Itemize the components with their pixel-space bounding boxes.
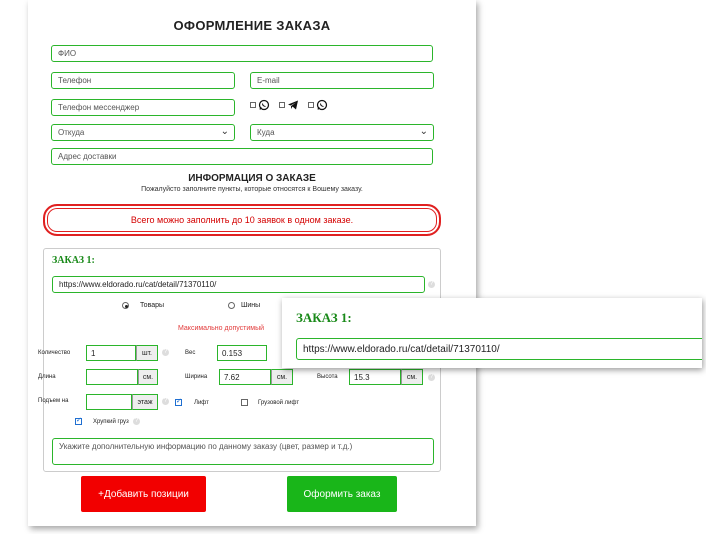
length-unit: см. — [138, 369, 158, 385]
telegram-icon — [288, 100, 298, 110]
help-icon[interactable]: ? — [133, 418, 140, 425]
order-title: ЗАКАЗ 1: — [52, 255, 95, 266]
messenger-checkbox-1[interactable] — [250, 102, 256, 108]
submit-order-button[interactable]: Оформить заказ — [287, 476, 397, 512]
order-limit-alert: Всего можно заполнить до 10 заявок в одн… — [43, 204, 441, 236]
fio-input[interactable]: ФИО — [51, 45, 433, 62]
fragile-label: Хрупкий груз — [93, 419, 129, 425]
zoomed-order-callout: ЗАКАЗ 1: https://www.eldorado.ru/cat/det… — [282, 298, 702, 368]
page-title: ОФОРМЛЕНИЕ ЗАКАЗА — [173, 18, 331, 33]
height-label: Высота — [317, 374, 338, 380]
messenger-checkbox-3[interactable] — [308, 102, 314, 108]
messenger-option-1[interactable] — [250, 99, 270, 111]
order-form-window: ОФОРМЛЕНИЕ ЗАКАЗА ФИО Телефон E-mail Тел… — [28, 0, 476, 526]
order-limit-alert-text: Всего можно заполнить до 10 заявок в одн… — [130, 215, 354, 225]
help-icon[interactable]: ? — [162, 398, 169, 405]
floor-label: Подъем на — [38, 398, 69, 404]
type-goods-label: Товары — [139, 302, 165, 310]
height-input[interactable]: 15.3 — [349, 369, 401, 385]
weight-input[interactable]: 0.153 — [217, 345, 267, 361]
messenger-phone-input[interactable]: Телефон мессенджер — [51, 99, 235, 116]
phone-input[interactable]: Телефон — [51, 72, 235, 89]
messenger-option-2[interactable] — [279, 99, 299, 111]
radio-tires[interactable] — [228, 302, 235, 309]
width-unit: см. — [271, 369, 293, 385]
messenger-option-3[interactable] — [308, 99, 328, 111]
length-label: Длина — [38, 374, 56, 380]
email-input[interactable]: E-mail — [250, 72, 434, 89]
floor-input[interactable] — [86, 394, 132, 410]
type-tires-label: Шины — [240, 302, 261, 310]
extra-info-textarea[interactable]: Укажите дополнительную информацию по дан… — [52, 438, 434, 465]
lift-label: Лифт — [194, 400, 209, 406]
from-select[interactable]: Откуда ⌄ — [51, 124, 235, 141]
order-info-title: ИНФОРМАЦИЯ О ЗАКАЗЕ — [188, 173, 316, 184]
order-info-note: Пожалуйсто заполните пункты, которые отн… — [141, 186, 363, 193]
fragile-checkbox[interactable] — [75, 416, 82, 425]
messenger-checkbox-2[interactable] — [279, 102, 285, 108]
qty-unit: шт. — [136, 345, 158, 361]
to-select[interactable]: Куда ⌄ — [250, 124, 434, 141]
max-allowed-label: Максимально допустимый — [178, 325, 265, 332]
help-icon[interactable]: ? — [162, 349, 169, 356]
qty-input[interactable]: 1 — [86, 345, 136, 361]
zoom-product-url-input[interactable]: https://www.eldorado.ru/cat/detail/71370… — [296, 338, 702, 360]
height-unit: см. — [401, 369, 423, 385]
product-url-input[interactable]: https://www.eldorado.ru/cat/detail/71370… — [52, 276, 425, 293]
add-position-button[interactable]: +Добавить позиции — [81, 476, 206, 512]
to-select-value: Куда — [257, 128, 275, 137]
width-input[interactable]: 7.62 — [219, 369, 271, 385]
type-goods-radio[interactable]: Товары — [122, 302, 164, 309]
zoom-order-title: ЗАКАЗ 1: — [296, 310, 352, 325]
chevron-down-icon: ⌄ — [419, 126, 428, 137]
chevron-down-icon: ⌄ — [220, 126, 229, 137]
help-icon[interactable]: ? — [428, 281, 435, 288]
lift-checkbox[interactable] — [175, 397, 182, 406]
radio-goods[interactable] — [122, 302, 129, 309]
width-label: Ширина — [185, 374, 208, 380]
freight-lift-label: Грузовой лифт — [258, 400, 300, 406]
qty-label: Количество — [38, 350, 71, 356]
whatsapp-icon — [258, 99, 270, 111]
type-tires-radio[interactable]: Шины — [228, 302, 260, 309]
length-input[interactable] — [86, 369, 138, 385]
weight-label: Вес — [185, 350, 196, 356]
freight-lift-checkbox[interactable] — [241, 399, 248, 406]
address-input[interactable]: Адрес доставки — [51, 148, 433, 165]
help-icon[interactable]: ? — [428, 374, 435, 381]
floor-unit: этаж — [132, 394, 158, 410]
from-select-value: Откуда — [58, 128, 85, 137]
whatsapp-icon — [316, 99, 328, 111]
